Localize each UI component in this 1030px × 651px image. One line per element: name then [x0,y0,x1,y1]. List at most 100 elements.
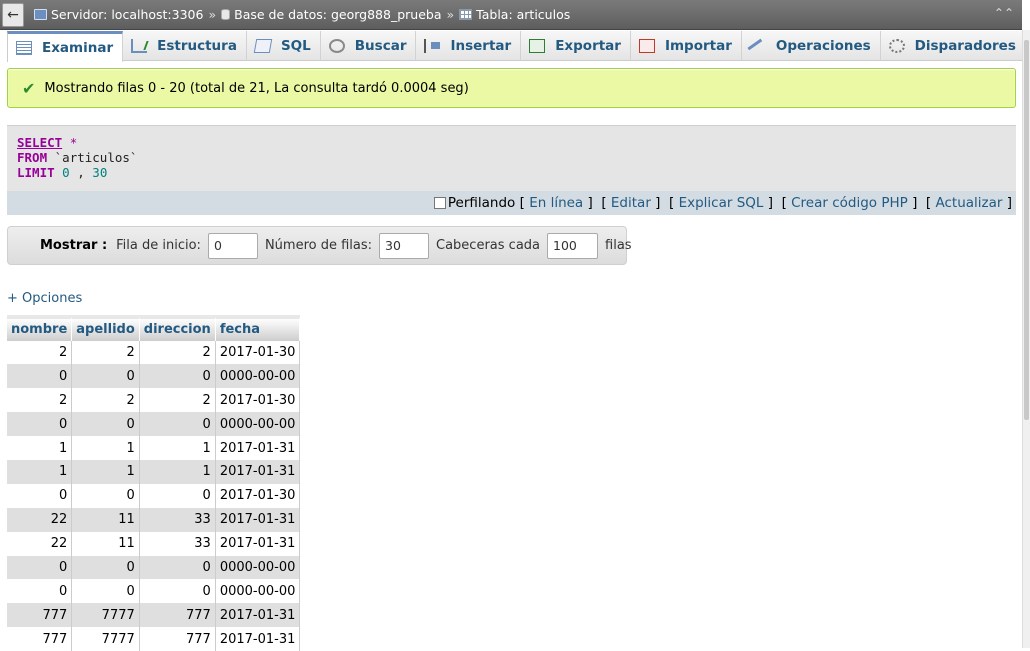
table-cell-fecha[interactable]: 0000-00-00 [215,364,301,389]
table-cell-apellido[interactable]: 0 [71,579,140,604]
table-cell-direccion[interactable]: 33 [139,531,216,556]
table-row[interactable]: 2 2 2 2017-01-30 [7,340,301,365]
table-cell-apellido[interactable]: 2 [71,340,140,365]
table-cell-apellido[interactable]: 11 [71,507,140,532]
tab-operations[interactable]: Operaciones [742,31,881,61]
table-cell-direccion[interactable]: 33 [139,507,216,532]
table-row[interactable]: 0 0 0 0000-00-00 [7,412,301,437]
table-row[interactable]: 0 0 0 0000-00-00 [7,555,301,580]
create-php-link[interactable]: Crear código PHP [791,195,908,211]
table-cell-apellido[interactable]: 2 [71,388,140,413]
sql-query-box[interactable]: SELECT * FROM `articulos` LIMIT 0 , 30 [7,125,1016,191]
table-row[interactable]: 777 7777 777 2017-01-31 [7,627,301,651]
table-cell-fecha[interactable]: 2017-01-31 [215,603,301,628]
table-cell-direccion[interactable]: 777 [139,627,216,651]
table-cell-nombre[interactable]: 0 [7,364,73,389]
table-cell-direccion[interactable]: 0 [139,483,216,508]
inline-edit-link[interactable]: En línea [529,195,583,211]
tab-export[interactable]: Exportar [521,31,631,61]
table-cell-fecha[interactable]: 2017-01-30 [215,388,301,413]
table-cell-fecha[interactable]: 0000-00-00 [215,555,301,580]
table-cell-nombre[interactable]: 777 [7,627,73,651]
table-cell-nombre[interactable]: 2 [7,388,73,413]
refresh-link[interactable]: Actualizar [935,195,1002,211]
table-cell-direccion[interactable]: 0 [139,579,216,604]
table-row[interactable]: 22 11 33 2017-01-31 [7,507,301,532]
table-cell-direccion[interactable]: 0 [139,555,216,580]
table-cell-fecha[interactable]: 0000-00-00 [215,412,301,437]
breadcrumb-database[interactable]: Base de datos: georg888_prueba [221,7,442,22]
start-row-input[interactable] [207,232,258,259]
sql-keyword-select[interactable]: SELECT [17,135,62,150]
vertical-scrollbar[interactable] [1022,30,1030,648]
table-row[interactable]: 1 1 1 2017-01-31 [7,436,301,460]
table-row[interactable]: 2 2 2 2017-01-30 [7,388,301,413]
table-cell-direccion[interactable]: 1 [139,436,216,460]
table-cell-direccion[interactable]: 777 [139,603,216,628]
collapse-icon[interactable]: ⌃⌃ [994,6,1014,20]
sql-table-name: `articulos` [54,150,138,165]
table-cell-direccion[interactable]: 0 [139,412,216,437]
table-cell-nombre[interactable]: 22 [7,531,73,556]
table-cell-nombre[interactable]: 0 [7,555,73,580]
table-cell-nombre[interactable]: 22 [7,507,73,532]
column-header-nombre[interactable]: nombre [7,315,73,341]
table-cell-nombre[interactable]: 0 [7,412,73,437]
database-icon [221,9,231,20]
profiling-checkbox[interactable] [433,197,446,209]
table-cell-apellido[interactable]: 1 [71,436,140,460]
table-cell-fecha[interactable]: 2017-01-30 [215,340,301,365]
back-button[interactable]: ← [2,2,24,27]
tab-structure[interactable]: Estructura [123,31,247,61]
table-cell-fecha[interactable]: 2017-01-31 [215,627,301,651]
breadcrumb-server[interactable]: Servidor: localhost:3306 [34,7,203,22]
table-cell-direccion[interactable]: 2 [139,388,216,413]
tab-import[interactable]: Importar [631,31,742,61]
table-cell-direccion[interactable]: 1 [139,459,216,484]
table-row[interactable]: 1 1 1 2017-01-31 [7,459,301,484]
tab-triggers[interactable]: Disparadores [881,31,1026,61]
table-cell-apellido[interactable]: 0 [71,483,140,508]
table-cell-direccion[interactable]: 2 [139,340,216,365]
table-cell-fecha[interactable]: 2017-01-30 [215,483,301,508]
table-cell-apellido[interactable]: 11 [71,531,140,556]
table-cell-direccion[interactable]: 0 [139,364,216,389]
table-cell-nombre[interactable]: 2 [7,340,73,365]
table-cell-fecha[interactable]: 2017-01-31 [215,459,301,484]
table-row[interactable]: 777 7777 777 2017-01-31 [7,603,301,628]
table-cell-fecha[interactable]: 2017-01-31 [215,531,301,556]
tab-insert[interactable]: Insertar [416,31,522,61]
table-row[interactable]: 0 0 0 0000-00-00 [7,579,301,604]
table-cell-nombre[interactable]: 0 [7,483,73,508]
table-cell-fecha[interactable]: 0000-00-00 [215,579,301,604]
scrollbar-thumb[interactable] [1024,40,1029,420]
table-row[interactable]: 22 11 33 2017-01-31 [7,531,301,556]
table-row[interactable]: 0 0 0 0000-00-00 [7,364,301,389]
options-link[interactable]: + Opciones [7,291,82,306]
rows-count-input[interactable] [379,232,430,259]
table-cell-nombre[interactable]: 1 [7,459,73,484]
table-cell-nombre[interactable]: 0 [7,579,73,604]
headers-every-input[interactable] [547,232,599,259]
table-cell-fecha[interactable]: 2017-01-31 [215,507,301,532]
table-cell-apellido[interactable]: 1 [71,459,140,484]
table-cell-nombre[interactable]: 777 [7,603,73,628]
tab-browse[interactable]: Examinar [7,31,124,62]
table-cell-fecha[interactable]: 2017-01-31 [215,436,301,460]
breadcrumb-server-label: Servidor: localhost:3306 [51,7,204,22]
table-cell-apellido[interactable]: 0 [71,412,140,437]
table-cell-apellido[interactable]: 0 [71,364,140,389]
tab-sql[interactable]: SQL [247,31,321,61]
table-cell-apellido[interactable]: 7777 [71,627,140,651]
column-header-fecha[interactable]: fecha [215,315,301,341]
table-cell-nombre[interactable]: 1 [7,436,73,460]
table-cell-apellido[interactable]: 7777 [71,603,140,628]
column-header-apellido[interactable]: apellido [71,315,140,341]
explain-sql-link[interactable]: Explicar SQL [679,195,764,211]
edit-link[interactable]: Editar [611,195,651,211]
column-header-direccion[interactable]: direccion [139,315,216,341]
table-row[interactable]: 0 0 0 2017-01-30 [7,483,301,508]
breadcrumb-table[interactable]: Tabla: articulos [459,7,570,22]
tab-search[interactable]: Buscar [321,31,417,61]
table-cell-apellido[interactable]: 0 [71,555,140,580]
